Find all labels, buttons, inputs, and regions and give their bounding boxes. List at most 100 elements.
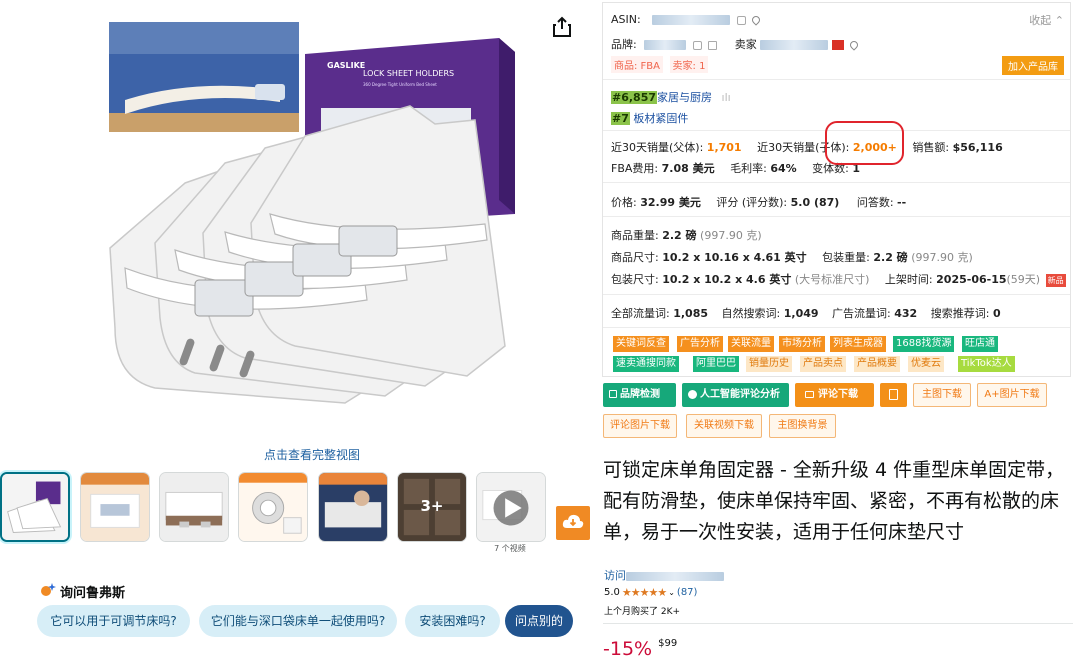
rufus-question-chip[interactable]: 它们能与深口袋床单一起使用吗? — [199, 605, 397, 637]
collapse-toggle[interactable]: 收起 ⌃ — [1029, 12, 1064, 28]
tool-tag[interactable]: 阿里巴巴 — [693, 356, 739, 372]
brand-check-label: 品牌检测 — [620, 389, 660, 400]
fba-fee-label: FBA费用: — [611, 162, 659, 175]
chevron-down-icon[interactable]: ⌄ — [668, 588, 675, 597]
fba-tag: 商品: FBA — [611, 56, 664, 73]
seller-label: 卖家 — [734, 38, 757, 51]
tool-tag[interactable]: 广告分析 — [677, 336, 723, 352]
pkg-weight-value: 2.2 磅 — [873, 251, 908, 264]
rating-count-link[interactable]: (87) — [677, 587, 698, 598]
divider — [603, 216, 1070, 217]
tool-tag[interactable]: TikTok达人 — [958, 356, 1015, 372]
cloud-download-button[interactable] — [556, 506, 590, 540]
bar-chart-icon[interactable]: ılı — [722, 91, 731, 104]
new-badge: 新品 — [1045, 273, 1066, 287]
review-image-download-button[interactable]: 评论图片下载 — [603, 414, 677, 438]
sales-parent-value: 1,701 — [706, 141, 742, 154]
cloud-download-icon — [562, 513, 584, 533]
store-link[interactable]: 访问 — [604, 567, 724, 583]
tool-tag[interactable]: 1688找货源 — [893, 336, 955, 352]
copy-icon[interactable] — [736, 15, 746, 25]
thumbnail-4[interactable] — [238, 472, 308, 542]
thumbnail-2[interactable] — [80, 472, 150, 542]
rec-label: 搜索推荐词: — [930, 307, 990, 320]
rufus-question-chip[interactable]: 它可以用于可调节床吗? — [37, 605, 190, 637]
rank-category-link[interactable]: 板材紧固件 — [633, 112, 688, 125]
calculator-icon — [889, 388, 898, 400]
full-view-link[interactable]: 点击查看完整视图 — [264, 446, 360, 463]
add-to-library-button[interactable]: 加入产品库 — [1002, 56, 1064, 75]
tool-tag[interactable]: 优麦云 — [908, 356, 944, 372]
seller-value-redacted[interactable] — [760, 40, 829, 50]
thumbnail-3[interactable] — [159, 472, 229, 542]
store-prefix: 访问 — [604, 569, 626, 582]
brand-row: 品牌: 卖家 — [611, 36, 860, 52]
traffic-value: 1,085 — [673, 307, 709, 320]
traffic-row: 全部流量词: 1,085 自然搜索词: 1,049 广告流量词: 432 搜索推… — [611, 305, 1001, 321]
tool-tag[interactable]: 销量历史 — [746, 356, 792, 372]
organic-value: 1,049 — [783, 307, 819, 320]
rank-row-1: #6,857家居与厨房 ılı — [611, 89, 731, 105]
main-image-background-button[interactable]: 主图换背景 — [769, 414, 836, 438]
price-symbol: $99 — [658, 638, 678, 649]
calculator-button[interactable] — [880, 383, 907, 407]
share-icon[interactable] — [552, 16, 572, 38]
message-icon — [805, 390, 814, 398]
pkg-dims-value: 10.2 x 10.2 x 4.6 英寸 — [662, 273, 792, 286]
traffic-label: 全部流量词: — [611, 307, 670, 320]
listed-days: (59天) — [1006, 273, 1041, 286]
asin-label: ASIN: — [611, 13, 641, 26]
more-thumbnails-label: 3+ — [420, 497, 444, 515]
aplus-image-download-button[interactable]: A+图片下载 — [977, 383, 1047, 407]
rufus-question-chip[interactable]: 安装困难吗? — [405, 605, 500, 637]
star-rating-icon[interactable]: ★★★★★ — [622, 586, 667, 599]
tool-tag[interactable]: 关键词反查 — [613, 336, 669, 352]
ai-review-analysis-button[interactable]: 人工智能评论分析 — [682, 383, 789, 407]
tool-tag[interactable]: 旺店通 — [962, 336, 998, 352]
thumbnail-5[interactable] — [318, 472, 388, 542]
video-thumbnail[interactable] — [476, 472, 546, 542]
location-icon[interactable] — [848, 39, 860, 51]
revenue-label: 销售额: — [912, 141, 950, 154]
review-download-button[interactable]: 评论下载 — [795, 383, 874, 407]
tool-tag[interactable]: 市场分析 — [779, 336, 825, 352]
thumbnail-1[interactable] — [0, 472, 70, 542]
pkg-weight-grams: (997.90 克) — [911, 251, 973, 264]
pkg-dims-row: 包装尺寸: 10.2 x 10.2 x 4.6 英寸 (大号标准尺寸) 上架时间… — [611, 271, 1066, 287]
rufus-ask-other-chip[interactable]: 问点别的 — [505, 605, 573, 637]
weight-value: 2.2 磅 — [662, 229, 697, 242]
highlight-circle — [825, 121, 904, 165]
collapse-label: 收起 — [1029, 14, 1052, 27]
related-video-download-button[interactable]: 关联视频下载 — [686, 414, 762, 438]
tool-tag[interactable]: 速卖通搜同款 — [613, 356, 679, 372]
brand-value-redacted[interactable] — [644, 40, 687, 50]
discount-percent: -15% — [603, 638, 653, 660]
review-download-label: 评论下载 — [818, 389, 858, 400]
tool-tag[interactable]: 产品概要 — [854, 356, 900, 372]
dims-row: 商品尺寸: 10.2 x 10.16 x 4.61 英寸 包装重量: 2.2 磅… — [611, 249, 973, 265]
rank-row-2: #7 板材紧固件 — [611, 110, 688, 126]
tool-tag[interactable]: 产品卖点 — [800, 356, 846, 372]
listed-label: 上架时间: — [884, 273, 933, 286]
location-icon[interactable] — [750, 14, 762, 26]
price-label: 价格: — [611, 196, 637, 209]
brand-check-button[interactable]: 品牌检测 — [603, 383, 676, 407]
divider — [603, 182, 1070, 183]
fulfillment-tags: 商品: FBA 卖家: 1 — [611, 56, 711, 73]
external-link-icon[interactable] — [708, 40, 718, 50]
divider — [603, 79, 1070, 80]
rating-summary: 5.0 ★★★★★ ⌄ (87) — [604, 586, 697, 599]
weight-label: 商品重量: — [611, 229, 659, 242]
tool-tag[interactable]: 列表生成器 — [830, 336, 886, 352]
copy-icon[interactable] — [692, 40, 702, 50]
thumbnail-more[interactable]: 3+ — [397, 472, 467, 542]
main-product-image[interactable]: GASLIKE LOCK SHEET HOLDERS 360 Degree Ti… — [95, 18, 535, 423]
seller-count-tag: 卖家: 1 — [669, 56, 709, 73]
main-image-download-button[interactable]: 主图下载 — [913, 383, 971, 407]
fba-fee-value: 7.08 美元 — [661, 162, 715, 175]
rank-category-link[interactable]: 家居与厨房 — [657, 91, 712, 104]
fee-row: FBA费用: 7.08 美元 毛利率: 64% 变体数: 1 — [611, 160, 860, 176]
ad-value: 432 — [894, 307, 918, 320]
pkg-dims-label: 包装尺寸: — [611, 273, 659, 286]
tool-tag[interactable]: 关联流量 — [728, 336, 774, 352]
